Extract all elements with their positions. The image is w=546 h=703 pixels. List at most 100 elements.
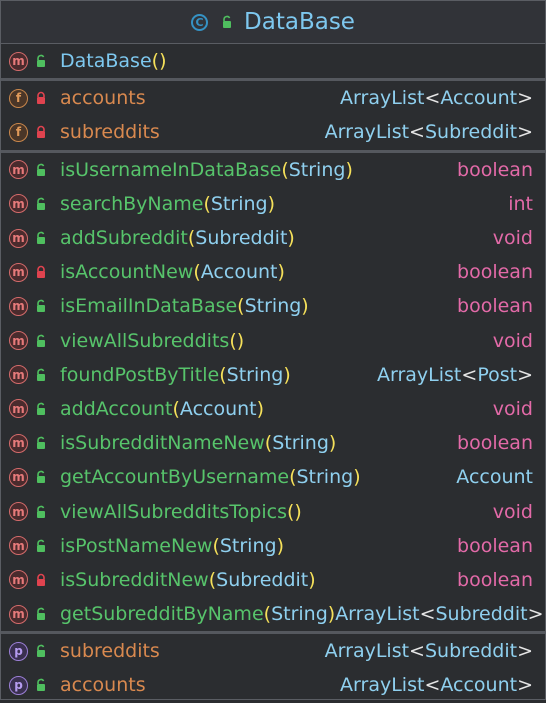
angle-close: >: [517, 87, 533, 110]
property-row[interactable]: p accounts ArrayList<Account>: [1, 668, 545, 702]
open-paren: (: [203, 192, 211, 215]
method-row[interactable]: m isUsernameInDataBase(String) boolean: [1, 153, 545, 187]
method-row[interactable]: m isPostNameNew(String) boolean: [1, 529, 545, 563]
close-paren: ): [276, 534, 284, 557]
private-lock-icon: [37, 92, 45, 105]
member-name: subreddits: [60, 121, 160, 144]
method-icon: m: [9, 160, 28, 180]
method-row-name: searchByName(String): [60, 193, 275, 215]
method-row[interactable]: m addSubreddit(Subreddit) void: [1, 221, 545, 255]
close-paren: ): [267, 192, 275, 215]
return-type: boolean: [457, 568, 533, 591]
method-icon: m: [9, 502, 28, 522]
angle-close: >: [517, 674, 533, 697]
constructor-row[interactable]: m DataBase(): [1, 44, 545, 78]
constructor-row-name: DataBase(): [60, 50, 166, 72]
return-type: void: [492, 397, 533, 420]
method-row[interactable]: m isAccountNew(Account) boolean: [1, 255, 545, 289]
return-type: ArrayList<Post>: [377, 364, 533, 386]
method-row[interactable]: m getSubredditByName(String) ArrayList<Sub…: [1, 597, 545, 631]
method-row[interactable]: m isEmailInDataBase(String) boolean: [1, 289, 545, 323]
public-lock-icon: [37, 505, 45, 518]
field-icon: f: [9, 88, 28, 108]
type-outer: ArrayList: [340, 674, 425, 697]
private-lock-icon: [37, 126, 45, 139]
method-icon: m: [9, 399, 28, 419]
angle-open: <: [409, 121, 425, 144]
open-paren: (: [212, 534, 220, 557]
param-type: String: [219, 534, 277, 557]
field-row-name: accounts: [60, 87, 146, 109]
method-row[interactable]: m viewAllSubredditsTopics() void: [1, 494, 545, 528]
public-lock-icon: [37, 471, 45, 484]
close-paren: ): [277, 261, 285, 284]
class-header[interactable]: C DataBase: [1, 1, 545, 44]
type-inner: Account: [440, 674, 518, 697]
method-row-name: isEmailInDataBase(String): [60, 295, 309, 317]
open-paren: (: [151, 50, 160, 73]
constructors-section: m DataBase(): [1, 44, 545, 82]
method-row-name: isSubredditNew(Subreddit): [60, 569, 316, 591]
method-row[interactable]: m foundPostByTitle(String) ArrayList<Post>: [1, 358, 545, 392]
return-type: ArrayList<Account>: [340, 674, 533, 696]
member-name: addAccount: [60, 397, 173, 420]
property-row-name: accounts: [60, 674, 146, 696]
angle-open: <: [409, 640, 425, 663]
return-type: Account: [456, 466, 533, 489]
public-lock-icon: [37, 539, 45, 552]
method-row[interactable]: m searchByName(String) int: [1, 187, 545, 221]
return-type: ArrayList<Subreddit>: [335, 603, 543, 625]
return-type: ArrayList<Subreddit>: [325, 121, 533, 143]
open-paren: (: [193, 261, 201, 284]
member-name: viewAllSubredditsTopics: [60, 500, 287, 523]
return-type: void: [492, 329, 533, 352]
angle-close: >: [517, 640, 533, 663]
method-row[interactable]: m addAccount(Account) void: [1, 392, 545, 426]
angle-close: >: [527, 603, 544, 626]
method-row[interactable]: m viewAllSubreddits() void: [1, 324, 545, 358]
member-name: foundPostByTitle: [60, 363, 220, 386]
method-icon: m: [9, 262, 28, 282]
property-row[interactable]: p subreddits ArrayList<Subreddit>: [1, 634, 545, 668]
angle-open: <: [461, 363, 478, 386]
member-name: getSubredditByName: [60, 603, 264, 626]
method-icon: m: [9, 228, 28, 248]
close-paren: ): [308, 568, 316, 591]
field-row-name: subreddits: [60, 121, 160, 143]
member-name: subreddits: [60, 640, 160, 663]
return-type: ArrayList<Account>: [340, 87, 533, 109]
method-row-name: getAccountByUsername(String): [60, 466, 361, 488]
param-type: Account: [200, 261, 278, 284]
class-title: DataBase: [244, 9, 355, 35]
param-type: String: [296, 466, 354, 489]
return-type: boolean: [457, 261, 533, 284]
open-paren: (: [263, 603, 272, 626]
type-outer: ArrayList: [377, 363, 462, 386]
field-row[interactable]: f subreddits ArrayList<Subreddit>: [1, 115, 545, 149]
member-name: isSubredditNew: [60, 568, 209, 591]
close-paren: ): [301, 295, 309, 318]
type-inner: Account: [440, 87, 518, 110]
angle-open: <: [419, 603, 436, 626]
close-paren: ): [159, 50, 167, 73]
method-row-name: isPostNameNew(String): [60, 535, 284, 557]
type-outer: ArrayList: [335, 603, 420, 626]
method-row-name: addSubreddit(Subreddit): [60, 227, 295, 249]
type-inner: Subreddit: [435, 603, 528, 626]
close-paren: ): [328, 432, 337, 455]
return-type: void: [492, 227, 533, 250]
type-inner: Subreddit: [424, 640, 518, 663]
property-icon: p: [9, 675, 28, 695]
method-row[interactable]: m getAccountByUsername(String) Account: [1, 460, 545, 494]
angle-close: >: [517, 363, 533, 386]
method-icon: m: [9, 433, 28, 453]
close-paren: ): [294, 500, 302, 523]
angle-close: >: [517, 121, 533, 144]
field-row[interactable]: f accounts ArrayList<Account>: [1, 81, 545, 115]
member-name: isAccountNew: [60, 261, 194, 284]
method-row[interactable]: m isSubredditNameNew(String) boolean: [1, 426, 545, 460]
class-icon: C: [191, 13, 209, 31]
method-row[interactable]: m isSubredditNew(Subreddit) boolean: [1, 563, 545, 597]
open-paren: (: [219, 363, 227, 386]
type-outer: ArrayList: [324, 640, 410, 663]
